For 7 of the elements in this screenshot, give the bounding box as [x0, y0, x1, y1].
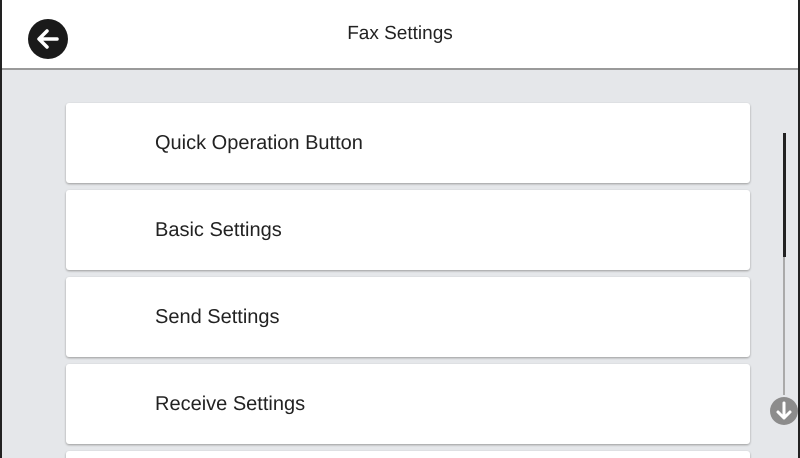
screen-title: Fax Settings [347, 23, 453, 45]
menu-item[interactable]: Basic Settings [66, 190, 750, 270]
scrollbar[interactable] [783, 133, 785, 395]
menu-item[interactable]: Send Settings [66, 277, 750, 357]
menu-item[interactable]: Receive Settings [66, 364, 750, 444]
menu-item[interactable]: Quick Operation Button [66, 103, 750, 183]
scroll-down-icon[interactable] [770, 397, 798, 425]
